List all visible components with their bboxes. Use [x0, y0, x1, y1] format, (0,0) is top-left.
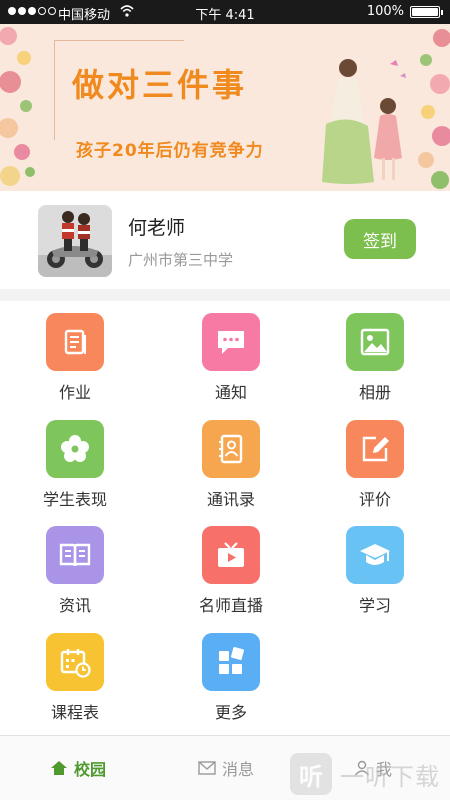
- watermark-text: 一听下载: [340, 762, 440, 791]
- menu-item-news[interactable]: 资讯: [0, 514, 150, 620]
- menu-item-label: 学习: [358, 596, 391, 615]
- profile-card: 何老师 广州市第三中学 签到: [0, 191, 450, 289]
- contacts-book-icon: [202, 420, 260, 478]
- feature-grid: 作业 通知 相册 学生表现 通讯录 评价 资讯 名师直播 学习 课程表 更多: [0, 301, 450, 735]
- avatar-scooter-photo: [38, 205, 112, 277]
- menu-item-album[interactable]: 相册: [300, 301, 450, 407]
- banner-title: 做对三件事: [72, 66, 248, 104]
- menu-item-label: 通知: [214, 383, 247, 402]
- section-divider: [0, 289, 450, 301]
- avatar[interactable]: [38, 205, 112, 277]
- schedule-calendar-icon: [46, 633, 104, 691]
- download-site-watermark: 听 一听下载: [290, 748, 450, 800]
- evaluate-edit-icon: [346, 420, 404, 478]
- news-book-icon: [46, 526, 104, 584]
- tab-label: 校园: [74, 760, 107, 779]
- home-icon: [51, 761, 67, 775]
- menu-item-live[interactable]: 名师直播: [156, 514, 306, 620]
- menu-item-contacts[interactable]: 通讯录: [156, 408, 306, 514]
- flower-decoration-right: [418, 29, 450, 189]
- homework-book-icon: [46, 313, 104, 371]
- battery-icon: [410, 6, 443, 18]
- menu-item-label: 课程表: [50, 703, 99, 722]
- menu-item-label: 相册: [358, 383, 391, 402]
- menu-item-label: 名师直播: [198, 596, 263, 615]
- tab-messages[interactable]: 消息: [198, 756, 254, 780]
- menu-item-homework[interactable]: 作业: [0, 301, 150, 407]
- live-tv-icon: [202, 526, 260, 584]
- menu-item-performance[interactable]: 学生表现: [0, 408, 150, 514]
- menu-item-evaluate[interactable]: 评价: [300, 408, 450, 514]
- menu-item-label: 更多: [214, 703, 247, 722]
- menu-item-study[interactable]: 学习: [300, 514, 450, 620]
- mail-icon: [198, 761, 216, 775]
- banner-subtitle: 孩子20年后仍有竞争力: [76, 141, 264, 161]
- menu-item-notice[interactable]: 通知: [156, 301, 306, 407]
- battery-fill: [412, 8, 438, 16]
- promo-banner[interactable]: 做对三件事 孩子20年后仍有竞争力: [0, 24, 450, 191]
- teacher-name: 何老师: [128, 217, 186, 239]
- menu-item-label: 评价: [358, 490, 391, 509]
- school-name: 广州市第三中学: [128, 251, 234, 269]
- notice-chat-icon: [202, 313, 260, 371]
- flower-decoration-left: [0, 27, 35, 186]
- tab-campus[interactable]: 校园: [50, 756, 106, 780]
- phone-screen: 中国移动 下午 4:41 100% 做对三件事 孩子20年后仍有竞争力 何老师 …: [0, 0, 450, 800]
- album-image-icon: [346, 313, 404, 371]
- checkin-button[interactable]: 签到: [344, 219, 416, 259]
- menu-item-more[interactable]: 更多: [156, 621, 306, 727]
- menu-item-label: 学生表现: [42, 490, 107, 509]
- status-bar: 中国移动 下午 4:41 100%: [0, 0, 450, 24]
- more-blocks-icon: [202, 633, 260, 691]
- menu-item-label: 通讯录: [206, 490, 255, 509]
- watermark-logo-icon: 听: [290, 753, 332, 795]
- study-cap-icon: [346, 526, 404, 584]
- performance-flower-icon: [46, 420, 104, 478]
- tab-label: 消息: [222, 760, 255, 779]
- menu-item-label: 作业: [58, 383, 91, 402]
- menu-item-schedule[interactable]: 课程表: [0, 621, 150, 727]
- menu-item-label: 资讯: [58, 596, 91, 615]
- battery-percent: 100%: [366, 4, 404, 19]
- mother-and-child-illustration: [322, 59, 406, 184]
